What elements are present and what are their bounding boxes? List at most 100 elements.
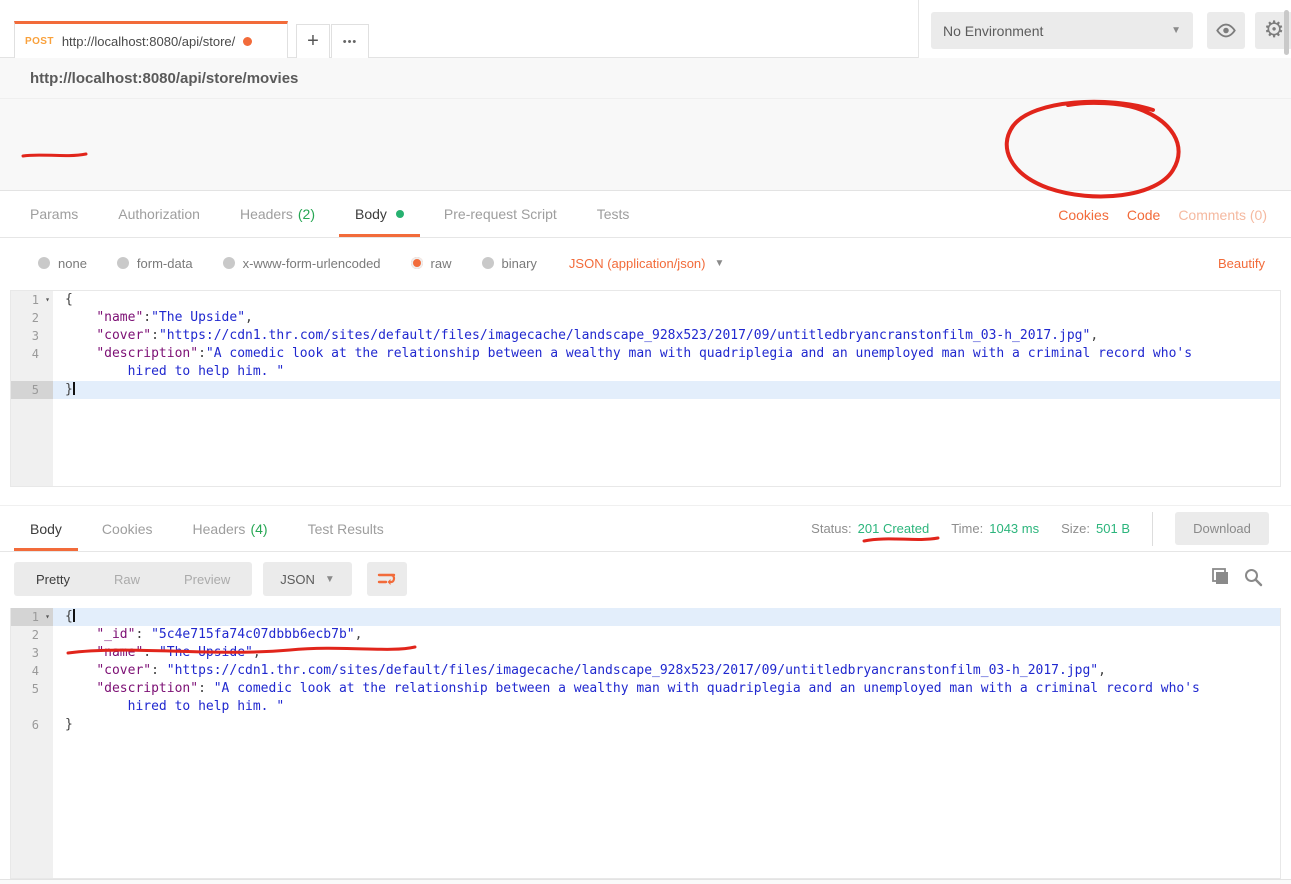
code-line[interactable]: 2 "_id": "5c4e715fa74c07dbbb6ecb7b", — [11, 626, 1280, 644]
ellipsis-icon: ••• — [343, 36, 358, 48]
status-value: 201 Created — [858, 521, 930, 536]
text-caret — [73, 609, 75, 622]
response-toolbar: Pretty Raw Preview JSON ▼ — [0, 552, 1291, 602]
code-line[interactable]: 2 "name":"The Upside", — [11, 309, 1280, 327]
response-tab-headers[interactable]: Headers (4) — [173, 506, 288, 551]
line-number-gutter: 2 — [11, 309, 53, 327]
code-line[interactable]: 4 "description":"A comedic look at the r… — [11, 345, 1280, 363]
response-tab-cookies[interactable]: Cookies — [82, 506, 173, 551]
tab-options-button[interactable]: ••• — [331, 24, 369, 58]
comments-link[interactable]: Comments (0) — [1178, 207, 1267, 223]
environment-zone: No Environment ▼ ⚙ — [918, 0, 1291, 58]
response-meta: Status: 201 Created Time: 1043 ms Size: … — [811, 505, 1269, 552]
mode-binary[interactable]: binary — [482, 256, 537, 271]
plus-icon: + — [307, 30, 319, 53]
code-line[interactable]: 3 "name": "The Upside", — [11, 644, 1280, 662]
postman-window: POST http://localhost:8080/api/store/ + … — [0, 0, 1291, 884]
text-caret — [73, 382, 75, 395]
content-type-dropdown[interactable]: JSON (application/json) ▼ — [569, 256, 724, 271]
wrap-text-icon — [377, 571, 397, 587]
copy-response-button[interactable] — [1210, 567, 1230, 592]
body-set-dot-icon — [396, 210, 404, 218]
request-tab[interactable]: POST http://localhost:8080/api/store/ — [14, 21, 288, 58]
response-tab-body[interactable]: Body — [10, 506, 82, 551]
fold-arrow-icon[interactable]: ▾ — [39, 608, 50, 626]
code-text: "description":"A comedic look at the rel… — [53, 345, 1280, 363]
mode-raw[interactable]: raw — [411, 256, 452, 271]
line-number-gutter: 3 — [11, 327, 53, 345]
line-number-gutter: 1▾ — [11, 608, 53, 626]
time-value: 1043 ms — [989, 521, 1039, 536]
chevron-down-icon: ▼ — [1171, 25, 1181, 36]
line-number-gutter: 4 — [11, 345, 53, 363]
code-line[interactable]: 5} — [11, 381, 1280, 399]
code-line[interactable]: 3 "cover":"https://cdn1.thr.com/sites/de… — [11, 327, 1280, 345]
environment-label: No Environment — [943, 23, 1171, 39]
code-line[interactable]: 5 "description": "A comedic look at the … — [11, 680, 1280, 698]
gear-icon: ⚙ — [1264, 19, 1285, 42]
response-headers-count-badge: (4) — [250, 521, 267, 537]
search-icon — [1243, 567, 1263, 587]
tab-tests[interactable]: Tests — [577, 191, 650, 237]
line-number-gutter — [11, 698, 53, 716]
line-number-gutter: 5 — [11, 381, 53, 399]
radio-selected-icon — [411, 257, 423, 269]
time-badge: Time: 1043 ms — [951, 521, 1039, 536]
code-text: } — [53, 381, 1280, 399]
radio-icon — [117, 257, 129, 269]
request-body-editor[interactable]: 1▾{2 "name":"The Upside",3 "cover":"http… — [10, 290, 1281, 487]
new-tab-button[interactable]: + — [296, 24, 330, 58]
bottom-divider — [0, 879, 1291, 884]
chevron-down-icon: ▼ — [325, 574, 335, 585]
code-line[interactable]: 1▾{ — [11, 608, 1280, 626]
code-text: "description": "A comedic look at the re… — [53, 680, 1280, 698]
body-mode-row: none form-data x-www-form-urlencoded raw… — [0, 238, 1291, 288]
radio-icon — [482, 257, 494, 269]
mode-none[interactable]: none — [38, 256, 87, 271]
code-text: } — [53, 716, 1280, 734]
line-number-gutter: 1▾ — [11, 291, 53, 309]
code-line[interactable]: 4 "cover": "https://cdn1.thr.com/sites/d… — [11, 662, 1280, 680]
line-number-gutter: 5 — [11, 680, 53, 698]
response-tab-test-results[interactable]: Test Results — [288, 506, 404, 551]
tab-authorization[interactable]: Authorization — [98, 191, 220, 237]
chevron-down-icon: ▼ — [714, 258, 724, 269]
code-line[interactable]: 1▾{ — [11, 291, 1280, 309]
code-text: { — [53, 291, 1280, 309]
eye-icon — [1215, 23, 1237, 38]
tab-pre-request-script[interactable]: Pre-request Script — [424, 191, 577, 237]
environment-quick-look-button[interactable] — [1207, 12, 1245, 49]
tab-headers[interactable]: Headers (2) — [220, 191, 335, 237]
download-button[interactable]: Download — [1175, 512, 1269, 545]
scrollbar-thumb[interactable] — [1284, 10, 1289, 55]
tab-body[interactable]: Body — [335, 191, 424, 237]
code-text: "cover": "https://cdn1.thr.com/sites/def… — [53, 662, 1280, 680]
view-pretty-button[interactable]: Pretty — [14, 572, 92, 587]
response-format-dropdown[interactable]: JSON ▼ — [263, 562, 352, 596]
code-line[interactable]: hired to help him. " — [11, 363, 1280, 381]
url-builder-row: POST ▼ Send ▼ Save ▼ — [0, 99, 1291, 191]
search-response-button[interactable] — [1243, 567, 1263, 592]
code-link[interactable]: Code — [1127, 207, 1160, 223]
code-line[interactable]: hired to help him. " — [11, 698, 1280, 716]
fold-arrow-icon[interactable]: ▾ — [39, 291, 50, 309]
size-value: 501 B — [1096, 521, 1130, 536]
code-text: "_id": "5c4e715fa74c07dbbb6ecb7b", — [53, 626, 1280, 644]
page-title: http://localhost:8080/api/store/movies — [30, 70, 298, 87]
response-body-editor[interactable]: 1▾{2 "_id": "5c4e715fa74c07dbbb6ecb7b",3… — [10, 608, 1281, 879]
line-number-gutter: 2 — [11, 626, 53, 644]
view-raw-button[interactable]: Raw — [92, 572, 162, 587]
code-line[interactable]: 6} — [11, 716, 1280, 734]
view-mode-segmented-control: Pretty Raw Preview — [14, 562, 252, 596]
tab-params[interactable]: Params — [10, 191, 98, 237]
cookies-link[interactable]: Cookies — [1058, 207, 1109, 223]
environment-selector[interactable]: No Environment ▼ — [931, 12, 1193, 49]
tab-url-label: http://localhost:8080/api/store/ — [62, 34, 235, 49]
mode-form-data[interactable]: form-data — [117, 256, 193, 271]
mode-x-www-form-urlencoded[interactable]: x-www-form-urlencoded — [223, 256, 381, 271]
wrap-lines-button[interactable] — [367, 562, 407, 596]
divider — [1152, 512, 1153, 546]
view-preview-button[interactable]: Preview — [162, 572, 252, 587]
status-badge: Status: 201 Created — [811, 521, 929, 536]
beautify-button[interactable]: Beautify — [1218, 256, 1265, 271]
